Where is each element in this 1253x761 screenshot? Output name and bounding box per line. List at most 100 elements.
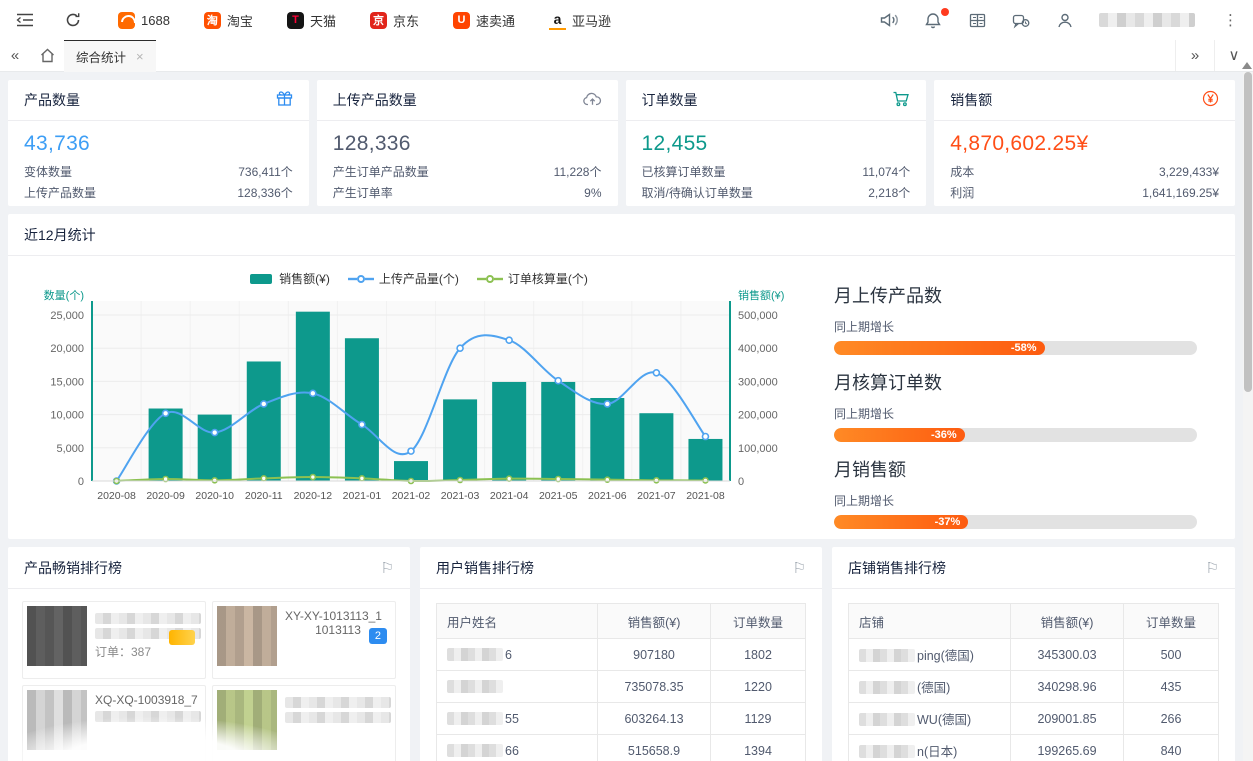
growth-progress-fill: -58% bbox=[834, 341, 1045, 355]
taobao-tab[interactable]: 淘淘宝 bbox=[204, 11, 253, 30]
svg-text:2020-10: 2020-10 bbox=[195, 490, 234, 502]
page-tab-bar: « 综合统计 × » ∨ bbox=[0, 40, 1253, 72]
svg-text:0: 0 bbox=[738, 476, 744, 488]
table-body: ping(德国)345300.03500(德国)340298.96435WU(德… bbox=[849, 639, 1219, 761]
svg-text:300,000: 300,000 bbox=[738, 376, 778, 388]
legend-item[interactable]: 订单核算量(个) bbox=[477, 270, 588, 287]
name-suffix: n(日本) bbox=[917, 745, 957, 759]
cart-icon bbox=[892, 91, 910, 110]
tmall-tab[interactable]: T天猫 bbox=[287, 11, 336, 30]
yen-circle-icon bbox=[1202, 90, 1219, 110]
growth-title: 月核算订单数 bbox=[834, 369, 1197, 395]
tab-label: 综合统计 bbox=[76, 47, 126, 66]
jd-tab[interactable]: 京京东 bbox=[370, 11, 419, 30]
growth-progress-value: -36% bbox=[931, 429, 957, 441]
stat-card-3: 销售额4,870,602.25¥成本3,229,433¥利润1,641,169.… bbox=[934, 80, 1235, 206]
svg-text:20,000: 20,000 bbox=[50, 343, 84, 355]
more-menu-icon[interactable]: ⋮ bbox=[1223, 11, 1239, 29]
svg-text:2021-03: 2021-03 bbox=[441, 490, 480, 502]
sales-cell: 603264.13 bbox=[598, 703, 711, 735]
name-cell: 6 bbox=[437, 639, 598, 671]
column-header: 店铺 bbox=[849, 604, 1011, 639]
flag-icon[interactable]: ⚐ bbox=[381, 559, 394, 577]
svg-text:2020-08: 2020-08 bbox=[97, 490, 136, 502]
svg-text:2021-05: 2021-05 bbox=[539, 490, 578, 502]
svg-text:2021-01: 2021-01 bbox=[343, 490, 382, 502]
legend-line-swatch bbox=[348, 273, 374, 285]
announcement-icon[interactable] bbox=[879, 10, 899, 30]
product-card-0[interactable]: 订单：387 bbox=[22, 601, 206, 679]
column-header: 订单数量 bbox=[1124, 604, 1219, 639]
1688-tab[interactable]: 1688 bbox=[118, 12, 170, 29]
stat-row-label: 变体数量 bbox=[24, 162, 72, 183]
product-order-count: 订单：387 bbox=[95, 643, 201, 660]
table-header: 用户姓名销售额(¥)订单数量 bbox=[437, 604, 806, 639]
username-redacted[interactable] bbox=[1099, 13, 1195, 27]
bestseller-products-panel: 产品畅销排行榜 ⚐ 订单：387XY-XY-1013113_110131132X… bbox=[8, 547, 410, 761]
svg-text:2021-06: 2021-06 bbox=[588, 490, 627, 502]
refresh-icon[interactable] bbox=[62, 9, 84, 31]
amazon-tab[interactable]: a亚马逊 bbox=[549, 11, 611, 30]
growth-block-2: 月销售额同上期增长-37% bbox=[834, 456, 1197, 529]
profile-icon[interactable] bbox=[1055, 10, 1075, 30]
growth-progress-track: -36% bbox=[834, 428, 1197, 442]
product-card-3[interactable] bbox=[212, 685, 396, 761]
product-sku: XQ-XQ-1003918_7 bbox=[95, 693, 201, 707]
legend-label: 订单核算量(个) bbox=[508, 270, 588, 287]
sales-cell: 345300.03 bbox=[1011, 639, 1124, 671]
sales-cell: 907180 bbox=[598, 639, 711, 671]
aliexpress-tab[interactable]: U 速卖通 bbox=[453, 11, 515, 30]
orders-cell: 435 bbox=[1124, 671, 1219, 703]
name-redacted bbox=[447, 648, 503, 661]
growth-sublabel: 同上期增长 bbox=[834, 492, 1197, 509]
table-body: 69071801802735078.35122055603264.1311296… bbox=[437, 639, 806, 761]
aliexpress-icon: U bbox=[453, 12, 470, 29]
product-image-redacted bbox=[27, 606, 87, 666]
growth-title: 月销售额 bbox=[834, 456, 1197, 482]
name-cell: n(日本) bbox=[849, 735, 1011, 761]
table-header-row: 用户姓名销售额(¥)订单数量 bbox=[437, 604, 806, 639]
1688-icon bbox=[118, 12, 135, 29]
user-sales-ranking-panel: 用户销售排行榜 ⚐ 用户姓名销售额(¥)订单数量6907180180273507… bbox=[420, 547, 822, 761]
flag-icon[interactable]: ⚐ bbox=[1206, 559, 1219, 577]
svg-text:10,000: 10,000 bbox=[50, 410, 84, 422]
customer-service-icon[interactable] bbox=[1011, 10, 1031, 30]
name-redacted bbox=[859, 681, 915, 694]
stat-card-row: 成本3,229,433¥ bbox=[934, 162, 1235, 183]
product-info bbox=[285, 690, 391, 758]
dashboard-content: 产品数量43,736变体数量736,411个上传产品数量128,336个上传产品… bbox=[0, 72, 1243, 761]
table-row: 735078.351220 bbox=[437, 671, 806, 703]
product-card-1[interactable]: XY-XY-1013113_110131132 bbox=[212, 601, 396, 679]
tabs-scroll-left-icon[interactable]: « bbox=[0, 47, 30, 64]
stat-row-label: 利润 bbox=[950, 183, 974, 204]
stat-card-row: 上传产品数量128,336个 bbox=[8, 183, 309, 204]
workbench-icon[interactable] bbox=[967, 10, 987, 30]
column-header: 用户姓名 bbox=[437, 604, 598, 639]
stat-row-value: 736,411个 bbox=[238, 162, 293, 183]
flag-icon[interactable]: ⚐ bbox=[793, 559, 806, 577]
stat-card-title: 上传产品数量 bbox=[333, 90, 417, 110]
page-scrollbar[interactable] bbox=[1243, 72, 1253, 761]
platform-label: 速卖通 bbox=[476, 11, 515, 30]
legend-item[interactable]: 上传产品量(个) bbox=[348, 270, 459, 287]
notification-bell-icon[interactable] bbox=[923, 10, 943, 30]
sales-cell: 515658.9 bbox=[598, 735, 711, 761]
collapse-menu-icon[interactable] bbox=[14, 9, 36, 31]
name-cell bbox=[437, 671, 598, 703]
tab-comprehensive-statistics[interactable]: 综合统计 × bbox=[64, 39, 156, 72]
platform-label: 淘宝 bbox=[227, 11, 253, 30]
column-header: 订单数量 bbox=[711, 604, 806, 639]
product-card-2[interactable]: XQ-XQ-1003918_7 bbox=[22, 685, 206, 761]
orders-cell: 500 bbox=[1124, 639, 1219, 671]
product-image-redacted bbox=[217, 606, 277, 666]
legend-item[interactable]: 销售额(¥) bbox=[248, 270, 330, 287]
scrollbar-thumb[interactable] bbox=[1244, 72, 1252, 392]
name-redacted bbox=[859, 713, 915, 726]
tab-close-icon[interactable]: × bbox=[136, 49, 144, 64]
home-icon[interactable] bbox=[30, 48, 64, 63]
tabs-scroll-right-icon[interactable]: » bbox=[1175, 40, 1214, 71]
svg-text:2021-04: 2021-04 bbox=[490, 490, 529, 502]
scroll-up-arrow[interactable] bbox=[1242, 62, 1252, 69]
platform-label: 京东 bbox=[393, 11, 419, 30]
table-row: ping(德国)345300.03500 bbox=[849, 639, 1219, 671]
